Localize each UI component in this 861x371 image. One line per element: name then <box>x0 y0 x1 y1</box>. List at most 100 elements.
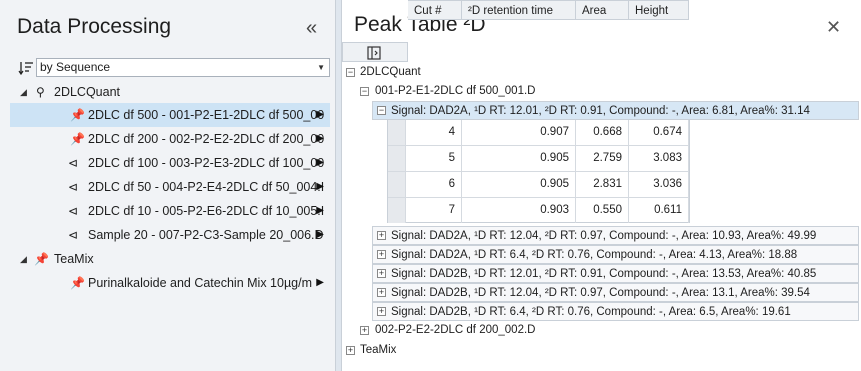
close-icon[interactable]: ✕ <box>826 17 841 38</box>
tree-item-sample[interactable]: ⊲ 2DLC df 50 - 004-P2-E4-2DLC df 50_004.… <box>10 175 330 199</box>
cell-area: 2.759 <box>576 146 629 171</box>
tree-item-label: Purinalkaloide and Catechin Mix 10µg/m <box>88 276 312 290</box>
column-chooser-icon <box>367 46 381 60</box>
expand-icon[interactable]: + <box>377 250 386 259</box>
table-row[interactable]: 5 0.905 2.759 3.083 <box>388 146 689 172</box>
tree-item-sample[interactable]: ⊲ 2DLC df 10 - 005-P2-E6-2DLC df 10_005.… <box>10 199 330 223</box>
cell-cut: 5 <box>407 146 462 171</box>
tree-item-label: 2DLC df 50 - 004-P2-E4-2DLC df 50_004.I <box>88 180 325 194</box>
play-arrow-icon[interactable]: ▶ <box>316 151 324 175</box>
collapse-icon[interactable]: − <box>360 87 369 96</box>
play-arrow-icon[interactable]: ▶ <box>316 103 324 127</box>
pin-outline-icon: ⊲ <box>68 180 79 194</box>
tree-item-label: 2DLCQuant <box>54 85 121 99</box>
expand-icon[interactable]: + <box>346 346 355 355</box>
tree-item-label: 2DLC df 500 - 001-P2-E1-2DLC df 500_00 <box>88 108 325 122</box>
tree-item-sample[interactable]: ⊲ 2DLC df 100 - 003-P2-E3-2DLC df 100_00… <box>10 151 330 175</box>
signal-row[interactable]: + Signal: DAD2A, ¹D RT: 12.04, ²D RT: 0.… <box>372 226 859 245</box>
play-arrow-icon[interactable]: ▶ <box>316 175 324 199</box>
tree-item-label: 2DLC df 200 - 002-P2-E2-2DLC df 200_00 <box>88 132 325 146</box>
cell-retention-time: 0.903 <box>462 198 576 223</box>
tree-item-label: 2DLC df 10 - 005-P2-E6-2DLC df 10_005.I <box>88 204 325 218</box>
cell-cut: 6 <box>407 172 462 197</box>
tree-item-sample[interactable]: ⊲ Sample 20 - 007-P2-C3-Sample 20_006.D … <box>10 223 330 247</box>
pin-icon: 📌 <box>70 276 85 290</box>
signal-row-expanded[interactable]: − Signal: DAD2A, ¹D RT: 12.01, ²D RT: 0.… <box>372 101 859 120</box>
row-selector[interactable] <box>388 120 406 145</box>
group-row-file[interactable]: − 001-P2-E1-2DLC df 500_001.D <box>360 82 840 101</box>
sort-by-select[interactable]: by Sequence ▼ <box>36 58 330 77</box>
signal-label: Signal: DAD2A, ¹D RT: 12.04, ²D RT: 0.97… <box>391 230 817 242</box>
peak-data-grid: 4 0.907 0.668 0.674 5 0.905 2.759 3.083 … <box>387 119 690 223</box>
pin-icon: 📌 <box>34 252 49 266</box>
collapse-icon[interactable]: − <box>377 106 386 115</box>
tree-item-sample[interactable]: 📌 Purinalkaloide and Catechin Mix 10µg/m… <box>10 271 330 295</box>
column-header-area[interactable]: Area <box>576 0 629 20</box>
signal-label: Signal: DAD2B, ¹D RT: 12.01, ²D RT: 0.91… <box>391 268 817 280</box>
pin-outline-icon: ⊲ <box>68 156 79 170</box>
row-selector[interactable] <box>388 146 406 171</box>
expand-icon[interactable]: + <box>377 307 386 316</box>
pin-outline-icon: ⊲ <box>68 228 79 242</box>
expanded-triangle-icon[interactable]: ◢ <box>20 247 27 271</box>
row-selector[interactable] <box>388 198 406 223</box>
play-arrow-icon[interactable]: ▶ <box>316 127 324 151</box>
column-header-height[interactable]: Height <box>629 0 689 20</box>
cell-retention-time: 0.907 <box>462 120 576 145</box>
signal-label: Signal: DAD2A, ¹D RT: 6.4, ²D RT: 0.76, … <box>391 249 798 261</box>
play-arrow-icon[interactable]: ▶ <box>316 223 324 247</box>
tree-group-teamix[interactable]: ◢ 📌 TeaMix <box>20 247 336 271</box>
group-row-teamix[interactable]: + TeaMix <box>346 341 826 360</box>
data-processing-panel: Data Processing « by Sequence ▼ ◢ ⚲ 2DLC… <box>0 0 336 371</box>
sort-icon[interactable] <box>18 60 34 76</box>
collapse-icon[interactable]: − <box>346 68 355 77</box>
group-label: 2DLCQuant <box>360 66 421 78</box>
column-header-cut[interactable]: Cut # <box>408 0 462 20</box>
tree-item-sample[interactable]: 📌 2DLC df 200 - 002-P2-E2-2DLC df 200_00… <box>10 127 330 151</box>
pin-outline-icon: ⚲ <box>36 85 45 99</box>
signal-label: Signal: DAD2B, ¹D RT: 12.04, ²D RT: 0.97… <box>391 287 810 299</box>
expand-icon[interactable]: + <box>377 269 386 278</box>
expand-icon[interactable]: + <box>377 231 386 240</box>
column-header-retention-time[interactable]: ²D retention time <box>462 0 576 20</box>
tree-item-label: TeaMix <box>54 252 94 266</box>
group-label: TeaMix <box>360 344 397 356</box>
cell-area: 0.550 <box>576 198 629 223</box>
play-arrow-icon[interactable]: ▶ <box>316 199 324 223</box>
expand-icon[interactable]: + <box>377 288 386 297</box>
table-row[interactable]: 7 0.903 0.550 0.611 <box>388 198 689 224</box>
play-arrow-icon[interactable]: ▶ <box>316 271 324 295</box>
group-label: 002-P2-E2-2DLC df 200_002.D <box>375 324 536 336</box>
sort-by-value: by Sequence <box>40 60 111 74</box>
pin-icon: 📌 <box>70 108 85 122</box>
tree-group-2dlcquant[interactable]: ◢ ⚲ 2DLCQuant <box>20 80 336 104</box>
row-selector[interactable] <box>388 172 406 197</box>
expand-icon[interactable]: + <box>360 326 369 335</box>
group-label: 001-P2-E1-2DLC df 500_001.D <box>375 85 536 97</box>
tree-item-sample[interactable]: 📌 2DLC df 500 - 001-P2-E1-2DLC df 500_00… <box>10 103 330 127</box>
peak-table-panel: Peak Table ²D ✕ Cut # ²D retention time … <box>341 0 861 371</box>
expanded-triangle-icon[interactable]: ◢ <box>20 80 27 104</box>
cell-height: 3.036 <box>629 172 689 197</box>
cell-height: 0.611 <box>629 198 689 223</box>
cell-cut: 4 <box>407 120 462 145</box>
signal-label: Signal: DAD2A, ¹D RT: 12.01, ²D RT: 0.91… <box>391 105 810 117</box>
table-row[interactable]: 6 0.905 2.831 3.036 <box>388 172 689 198</box>
cell-retention-time: 0.905 <box>462 172 576 197</box>
table-row[interactable]: 4 0.907 0.668 0.674 <box>388 120 689 146</box>
signal-row[interactable]: + Signal: DAD2A, ¹D RT: 6.4, ²D RT: 0.76… <box>372 245 859 264</box>
cell-area: 2.831 <box>576 172 629 197</box>
signal-row[interactable]: + Signal: DAD2B, ¹D RT: 6.4, ²D RT: 0.76… <box>372 302 859 321</box>
cell-retention-time: 0.905 <box>462 146 576 171</box>
signal-row[interactable]: + Signal: DAD2B, ¹D RT: 12.01, ²D RT: 0.… <box>372 264 859 283</box>
panel-title: Data Processing <box>17 15 172 38</box>
cell-area: 0.668 <box>576 120 629 145</box>
cell-height: 3.083 <box>629 146 689 171</box>
collapse-panel-icon[interactable]: « <box>306 18 324 38</box>
group-row-file[interactable]: + 002-P2-E2-2DLC df 200_002.D <box>360 321 840 340</box>
column-chooser-button[interactable] <box>342 42 408 62</box>
signal-label: Signal: DAD2B, ¹D RT: 6.4, ²D RT: 0.76, … <box>391 306 791 318</box>
signal-row[interactable]: + Signal: DAD2B, ¹D RT: 12.04, ²D RT: 0.… <box>372 283 859 302</box>
group-row-2dlcquant[interactable]: − 2DLCQuant <box>346 63 846 82</box>
tree-item-label: Sample 20 - 007-P2-C3-Sample 20_006.D <box>88 228 324 242</box>
